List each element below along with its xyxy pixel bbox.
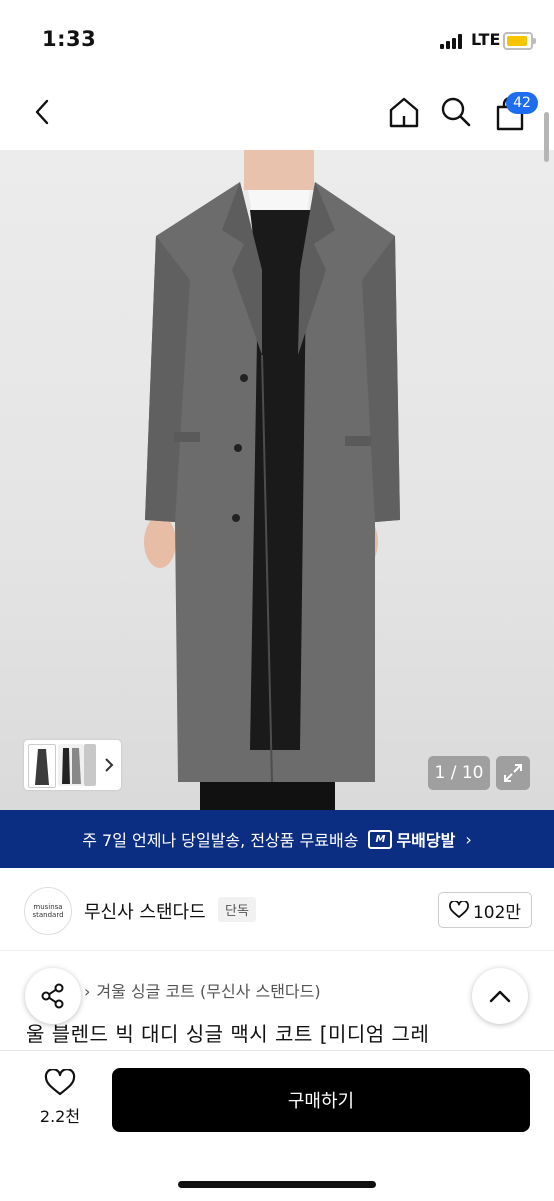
chevron-up-icon [489, 990, 511, 1003]
exclusive-tag: 단독 [218, 897, 256, 922]
delivery-promo-banner[interactable]: 주 7일 언제나 당일발송, 전상품 무료배송 M 무배당발 › [0, 810, 554, 868]
thumbnail-strip[interactable] [24, 740, 121, 790]
expand-button[interactable] [496, 756, 530, 790]
brand-like-button[interactable]: 102만 [438, 892, 532, 928]
status-bar: 1:33 LTE [0, 0, 554, 80]
back-button[interactable] [26, 94, 58, 130]
signal-icon [440, 33, 466, 49]
buy-button[interactable]: 구매하기 [112, 1068, 530, 1132]
wishlist-count: 2.2천 [39, 1107, 81, 1126]
home-icon [389, 97, 419, 128]
thumbnail-2[interactable] [58, 744, 84, 786]
chevron-right-icon: › [84, 982, 91, 1001]
chevron-left-icon [35, 99, 49, 125]
share-icon [41, 983, 64, 1009]
promo-text: 주 7일 언제나 당일발송, 전상품 무료배송 [82, 831, 359, 850]
thumbnail-1[interactable] [28, 744, 56, 788]
promo-badge-label: 무배당발 [396, 831, 456, 850]
brand-logo-text-2: standard [32, 911, 64, 919]
delivery-logo-icon: M [368, 829, 393, 849]
page-scrollbar[interactable] [544, 112, 549, 162]
chevron-right-icon: › [465, 829, 472, 849]
heart-icon [449, 901, 469, 918]
thumbnail-3[interactable] [84, 744, 96, 786]
free-delivery-badge: M 무배당발 [368, 827, 455, 851]
search-button[interactable] [436, 92, 476, 132]
brand-logo-text-1: musinsa [33, 903, 63, 911]
cart-count-badge: 42 [506, 92, 538, 114]
brand-row: musinsa standard 무신사 스탠다드 단독 102만 [0, 870, 554, 951]
network-label: LTE [471, 30, 501, 49]
product-image[interactable] [0, 150, 554, 810]
model-illustration [144, 150, 400, 810]
breadcrumb[interactable]: › 겨울 싱글 코트 (무신사 스탠다드) [84, 978, 321, 1002]
home-indicator [178, 1181, 376, 1188]
chevron-right-icon[interactable] [104, 757, 114, 773]
heart-icon [44, 1068, 76, 1096]
product-title: 울 블렌드 빅 대디 싱글 맥시 코트 [미디엄 그레 [26, 1022, 430, 1046]
home-button[interactable] [384, 92, 424, 132]
bottom-action-bar: 2.2천 구매하기 [0, 1050, 554, 1201]
expand-icon [504, 764, 522, 782]
wishlist-button[interactable]: 2.2천 [28, 1068, 92, 1127]
breadcrumb-category[interactable]: 겨울 싱글 코트 (무신사 스탠다드) [96, 982, 320, 1001]
brand-name[interactable]: 무신사 스탠다드 [84, 898, 206, 924]
image-counter: 1 / 10 [428, 756, 490, 790]
battery-icon [503, 32, 536, 50]
search-icon [441, 97, 471, 127]
scroll-top-button[interactable] [472, 968, 528, 1024]
status-time: 1:33 [42, 27, 97, 51]
share-button[interactable] [25, 968, 81, 1024]
brand-logo[interactable]: musinsa standard [24, 887, 72, 935]
brand-like-count: 102만 [472, 902, 522, 923]
nav-bar [0, 80, 554, 150]
